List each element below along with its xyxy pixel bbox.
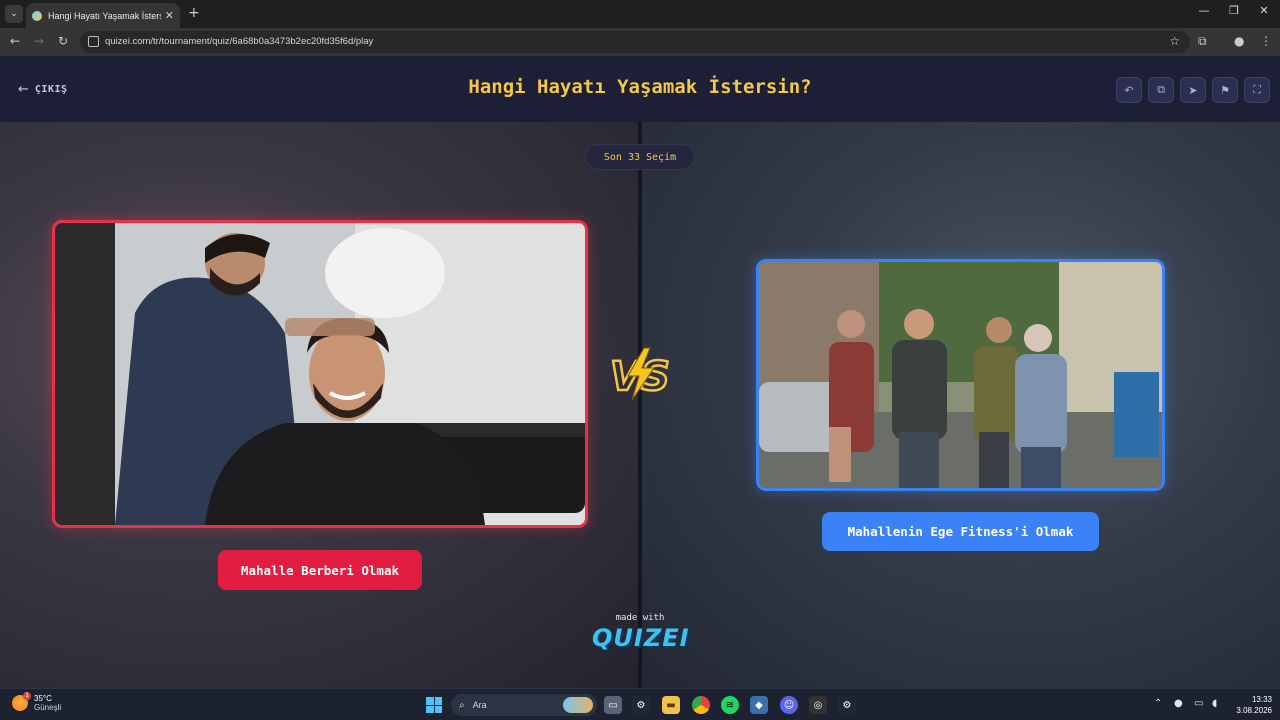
bookmark-star-icon[interactable]: ☆ bbox=[1169, 34, 1180, 48]
quizei-logo[interactable]: QUIZEI bbox=[592, 624, 689, 652]
file-explorer-icon[interactable]: ▬ bbox=[662, 696, 680, 714]
clock[interactable]: 13:33 3.08.2026 bbox=[1232, 694, 1272, 716]
back-icon[interactable]: ← bbox=[7, 34, 23, 48]
send-button[interactable]: ➤ bbox=[1180, 77, 1206, 103]
send-icon: ➤ bbox=[1188, 83, 1198, 97]
minimize-icon[interactable]: — bbox=[1194, 4, 1214, 17]
favicon-icon bbox=[32, 10, 42, 21]
search-icon: ⌕ bbox=[459, 699, 465, 711]
quiz-page: ← ÇIKIŞ Hangi Hayatı Yaşamak İstersin? ↶… bbox=[0, 56, 1280, 688]
weather-condition: Güneşli bbox=[34, 703, 62, 712]
search-highlight-icon bbox=[563, 697, 593, 713]
share-button[interactable]: ⧉ bbox=[1148, 77, 1174, 103]
menu-icon[interactable]: ⋮ bbox=[1260, 34, 1272, 48]
profile-icon[interactable]: ● bbox=[1234, 34, 1244, 48]
sun-icon: 1 bbox=[12, 692, 31, 711]
street-photo bbox=[759, 262, 1162, 488]
spotify-icon[interactable]: ≋ bbox=[721, 696, 739, 714]
browser-tab-bar: ⌄ Hangi Hayatı Yaşamak İstersin? ✕ + — ❐… bbox=[0, 0, 1280, 28]
volume-icon[interactable]: ◖ bbox=[1212, 698, 1217, 709]
weather-temp: 35°C bbox=[34, 694, 52, 703]
fullscreen-icon: ⛶ bbox=[1253, 83, 1261, 96]
windows-start-icon[interactable] bbox=[426, 697, 442, 713]
reload-icon[interactable]: ↻ bbox=[55, 34, 71, 48]
tab-search-button[interactable]: ⌄ bbox=[5, 5, 23, 23]
new-tab-button[interactable]: + bbox=[188, 5, 200, 21]
chrome-icon[interactable] bbox=[692, 696, 710, 714]
microphone-icon[interactable]: ● bbox=[1174, 698, 1183, 709]
site-info-icon[interactable] bbox=[88, 36, 99, 47]
steam-icon-2[interactable]: ⚙ bbox=[838, 696, 856, 714]
clock-time: 13:33 bbox=[1251, 695, 1272, 704]
search-label: Ara bbox=[472, 700, 487, 710]
steam-icon[interactable]: ⚙ bbox=[632, 696, 650, 714]
vs-lightning-icon: VS bbox=[609, 347, 671, 401]
round-badge: Son 33 Seçim bbox=[585, 144, 695, 170]
close-window-icon[interactable]: ✕ bbox=[1254, 4, 1274, 17]
center-divider bbox=[638, 122, 642, 688]
address-bar[interactable]: quizei.com/tr/tournament/quiz/6a68b0a347… bbox=[80, 31, 1190, 53]
task-view-icon[interactable]: ▭ bbox=[604, 696, 622, 714]
restore-icon[interactable]: ❐ bbox=[1224, 4, 1244, 17]
option-left-button[interactable]: Mahalle Berberi Olmak bbox=[218, 550, 422, 590]
report-button[interactable]: ⚑ bbox=[1212, 77, 1238, 103]
extensions-icon[interactable]: ⧉ bbox=[1198, 34, 1207, 49]
tab-close-icon[interactable]: ✕ bbox=[165, 9, 174, 22]
page-title: Hangi Hayatı Yaşamak İstersin? bbox=[468, 76, 812, 98]
browser-tab[interactable]: Hangi Hayatı Yaşamak İstersin? ✕ bbox=[26, 3, 180, 28]
tab-title: Hangi Hayatı Yaşamak İstersin? bbox=[48, 10, 161, 21]
clock-date: 3.08.2026 bbox=[1236, 706, 1272, 715]
fullscreen-button[interactable]: ⛶ bbox=[1244, 77, 1270, 103]
taskbar: 1 35°C Güneşli ⌕ Ara ▭ ⚙ ▬ ≋ ◆ ☺ ◎ ⚙ ⌃ ●… bbox=[0, 688, 1280, 720]
app-icon-2[interactable]: ◎ bbox=[809, 696, 827, 714]
weather-widget[interactable]: 1 35°C Güneşli bbox=[12, 692, 62, 712]
option-right-button[interactable]: Mahallenin Ege Fitness'i Olmak bbox=[822, 512, 1099, 551]
share-icon: ⧉ bbox=[1157, 83, 1165, 96]
option-left-card[interactable] bbox=[52, 220, 588, 528]
taskbar-search[interactable]: ⌕ Ara bbox=[451, 694, 597, 716]
app-icon[interactable]: ◆ bbox=[750, 696, 768, 714]
barber-photo bbox=[55, 223, 585, 525]
made-with-text: made with bbox=[615, 613, 665, 623]
discord-icon[interactable]: ☺ bbox=[780, 696, 798, 714]
network-icon[interactable]: ▭ bbox=[1194, 698, 1203, 709]
quiz-header: ← ÇIKIŞ Hangi Hayatı Yaşamak İstersin? ↶… bbox=[0, 56, 1280, 122]
flag-icon: ⚑ bbox=[1220, 83, 1230, 97]
undo-icon: ↶ bbox=[1124, 83, 1134, 97]
undo-button[interactable]: ↶ bbox=[1116, 77, 1142, 103]
weather-badge: 1 bbox=[23, 692, 31, 700]
option-right-card[interactable] bbox=[756, 259, 1165, 491]
forward-icon[interactable]: → bbox=[31, 34, 47, 48]
chevron-up-icon[interactable]: ⌃ bbox=[1154, 698, 1162, 709]
browser-toolbar: ← → ↻ quizei.com/tr/tournament/quiz/6a68… bbox=[0, 28, 1280, 56]
url-text[interactable]: quizei.com/tr/tournament/quiz/6a68b0a347… bbox=[105, 36, 373, 47]
